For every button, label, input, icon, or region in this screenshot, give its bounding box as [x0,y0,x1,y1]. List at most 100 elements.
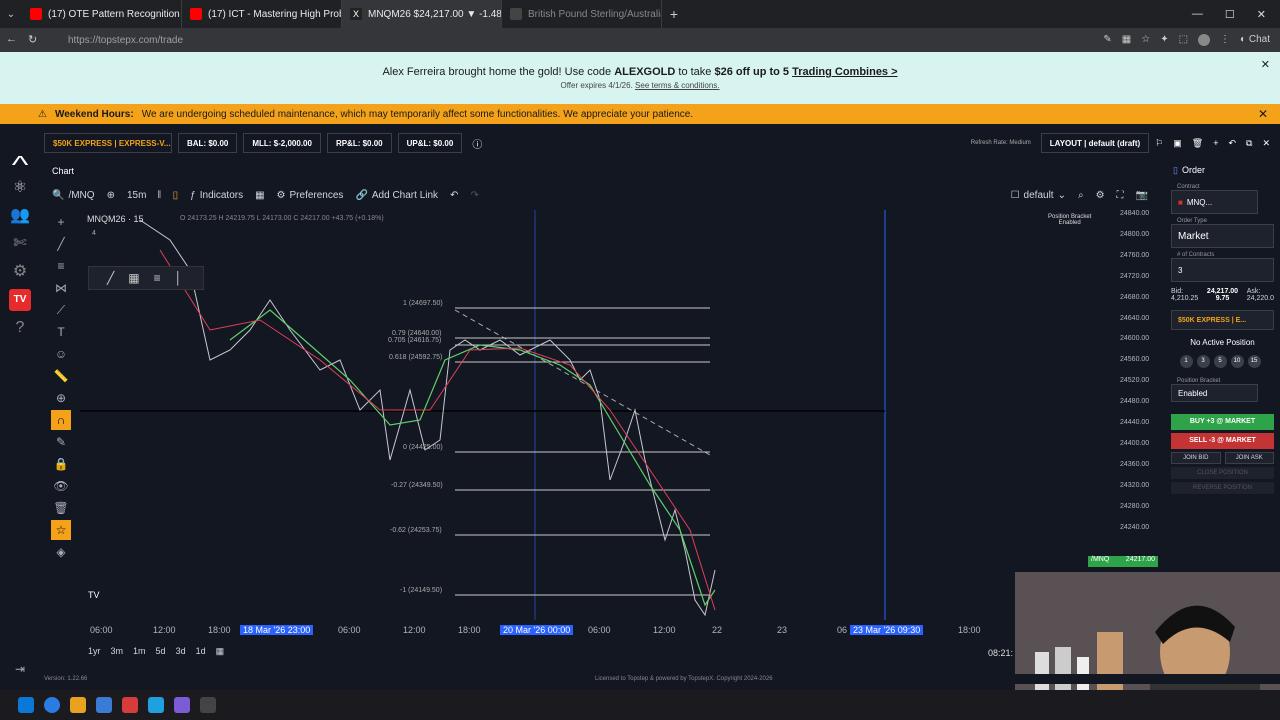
sidebar-item-help[interactable]: ? [0,319,40,337]
app-icon[interactable] [200,697,216,713]
time-axis[interactable]: 06:00 12:00 18:00 18 Mar '26 23:00 06:00 12:0… [80,622,1115,638]
timeframe-option[interactable]: 3m [111,646,124,660]
info-icon[interactable]: ⓘ [472,136,482,151]
emoji-icon[interactable]: ☺ [51,344,71,364]
pencil-icon[interactable]: ✎ [51,432,71,452]
qty-preset-button[interactable]: 5 [1213,355,1227,368]
start-icon[interactable] [18,697,34,713]
extension-icon[interactable]: ✦ [1160,34,1168,46]
search-icon[interactable]: ⌕ [1078,190,1084,201]
timeframe-option[interactable]: 1yr [88,646,101,660]
lines-icon[interactable]: ≡ [154,271,161,285]
qty-preset-button[interactable]: 10 [1230,355,1244,368]
qty-preset-button[interactable]: 15 [1247,355,1261,368]
url-field[interactable]: https://topstepx.com/trade [68,35,1103,46]
account-selector[interactable]: $50K EXPRESS | E... [1171,310,1274,330]
template-selector[interactable]: ☐ default ⌄ [1011,190,1066,201]
app-icon[interactable] [122,697,138,713]
sidebar-item-tools[interactable]: ✄ [0,233,40,253]
bookmark-star-icon[interactable]: ☆ [1141,34,1150,46]
browser-tab-4[interactable]: British Pound Sterling/Australian ✕ [502,0,662,28]
terms-link[interactable]: See terms & conditions. [635,81,719,90]
magnet-icon[interactable]: ∩ [51,410,71,430]
line-icon[interactable]: ╱ [107,271,114,285]
app-icon[interactable] [148,697,164,713]
sidebar-item-trade[interactable]: ⚛ [0,177,40,197]
minimize-icon[interactable]: — [1192,8,1203,21]
buy-market-button[interactable]: BUY +3 @ MARKET [1171,414,1274,430]
bar-icon[interactable]: │ [175,271,183,285]
crosshair-icon[interactable]: + [51,212,71,232]
layout-selector[interactable]: LAYOUT | default (draft) [1040,133,1150,153]
eye-icon[interactable]: 👁 [51,476,71,496]
favorite-star-icon[interactable]: ☆ [51,520,71,540]
join-bid-button[interactable]: JOIN BID [1171,452,1221,464]
interval-selector[interactable]: 15m [127,190,146,201]
pin-icon[interactable]: ⚐ [1155,138,1163,149]
tab-search-icon[interactable]: ⌄ [0,9,22,20]
maximize-icon[interactable]: ☐ [1225,8,1235,21]
price-chart[interactable]: 1 (24697.50) 0.79 (24640.00) 0.705 (24616.… [80,210,1115,620]
ruler-icon[interactable]: 📏 [51,366,71,386]
save-icon[interactable]: ▣ [1173,138,1182,149]
extension-icon[interactable]: ⬚ [1179,34,1188,46]
browser-tab-2[interactable]: (17) ICT - Mastering High Probabi ✕ [182,0,342,28]
qty-preset-button[interactable]: 3 [1196,355,1210,368]
lock-icon[interactable]: 🔒 [51,454,71,474]
back-icon[interactable]: ← [6,33,17,45]
delete-icon[interactable]: 🗑 [1192,138,1203,149]
position-bracket-badge[interactable]: Position Bracket Enabled [1048,214,1091,226]
reload-icon[interactable]: ↻ [28,33,37,46]
bar-style-icon[interactable]: 𝄃 [158,190,160,201]
close-window-icon[interactable]: ✕ [1257,8,1266,21]
timeframe-option[interactable]: 1d [196,646,206,660]
camera-icon[interactable]: 📷 [1136,190,1148,201]
qty-preset-button[interactable]: 1 [1179,355,1193,368]
chat-button[interactable]: ◐ Chat [1240,34,1270,46]
add-symbol-icon[interactable]: ⊕ [107,190,115,201]
layout-grid-icon[interactable]: ▦ [255,190,264,201]
contracts-input[interactable]: 3 [1171,258,1274,282]
close-icon[interactable]: ✕ [1261,58,1270,71]
text-icon[interactable]: T [51,322,71,342]
close-position-button[interactable]: CLOSE POSITION [1171,467,1274,479]
zoom-in-icon[interactable]: ⊕ [51,388,71,408]
file-explorer-icon[interactable] [70,697,86,713]
preferences-button[interactable]: ⚙ Preferences [277,190,344,201]
promo-link[interactable]: Trading Combines > [792,66,897,78]
browser-tab-1[interactable]: (17) OTE Pattern Recognition ✕ [22,0,182,28]
refresh-rate[interactable]: Refresh Rate: Medium [971,140,1031,146]
timeframe-option[interactable]: 5d [156,646,166,660]
profile-avatar-icon[interactable] [1198,34,1211,46]
undo-icon[interactable]: ↶ [1228,138,1236,149]
indicator-count[interactable]: 4 [92,230,96,237]
layers-icon[interactable]: ◈ [51,542,71,562]
sell-market-button[interactable]: SELL -3 @ MARKET [1171,433,1274,449]
account-selector[interactable]: $50K EXPRESS | EXPRESS-V... [44,133,172,153]
browser-tab-3[interactable]: X MNQM26 $24,217.00 ▼ -1.48% ✕ [342,0,502,28]
extension-icon[interactable]: ▦ [1122,34,1131,46]
reverse-position-button[interactable]: REVERSE POSITION [1171,482,1274,494]
chart-canvas[interactable]: 1 (24697.50) 0.79 (24640.00)0.705 (24616.… [80,210,1115,620]
close-icon[interactable]: ✕ [1262,138,1270,149]
browser-icon[interactable] [44,697,60,713]
symbol-search[interactable]: 🔍 /MNQ [52,190,95,201]
pattern-icon[interactable]: ⋈ [51,278,71,298]
tradingview-live-icon[interactable]: TV [9,289,31,311]
redo-icon[interactable]: ↷ [470,190,478,201]
timeframe-option[interactable]: 3d [176,646,186,660]
join-ask-button[interactable]: JOIN ASK [1224,452,1274,464]
timeframe-option[interactable]: 1m [133,646,146,660]
indicators-button[interactable]: ƒ Indicators [190,190,243,201]
order-type-select[interactable]: Market [1171,224,1274,248]
app-icon[interactable] [96,697,112,713]
trendline-icon[interactable]: ╱ [51,234,71,254]
grid-icon[interactable]: ▦ [128,271,139,285]
add-icon[interactable]: + [1213,138,1218,149]
candles-icon[interactable]: ▯ [173,190,179,201]
contract-selector[interactable]: ■ MNQ... [1171,190,1258,214]
settings-icon[interactable]: ⚙ [1096,190,1105,201]
close-icon[interactable]: ✕ [1258,107,1268,121]
sidebar-item-users[interactable]: 👥 [0,205,40,225]
undo-icon[interactable]: ↶ [450,190,458,201]
